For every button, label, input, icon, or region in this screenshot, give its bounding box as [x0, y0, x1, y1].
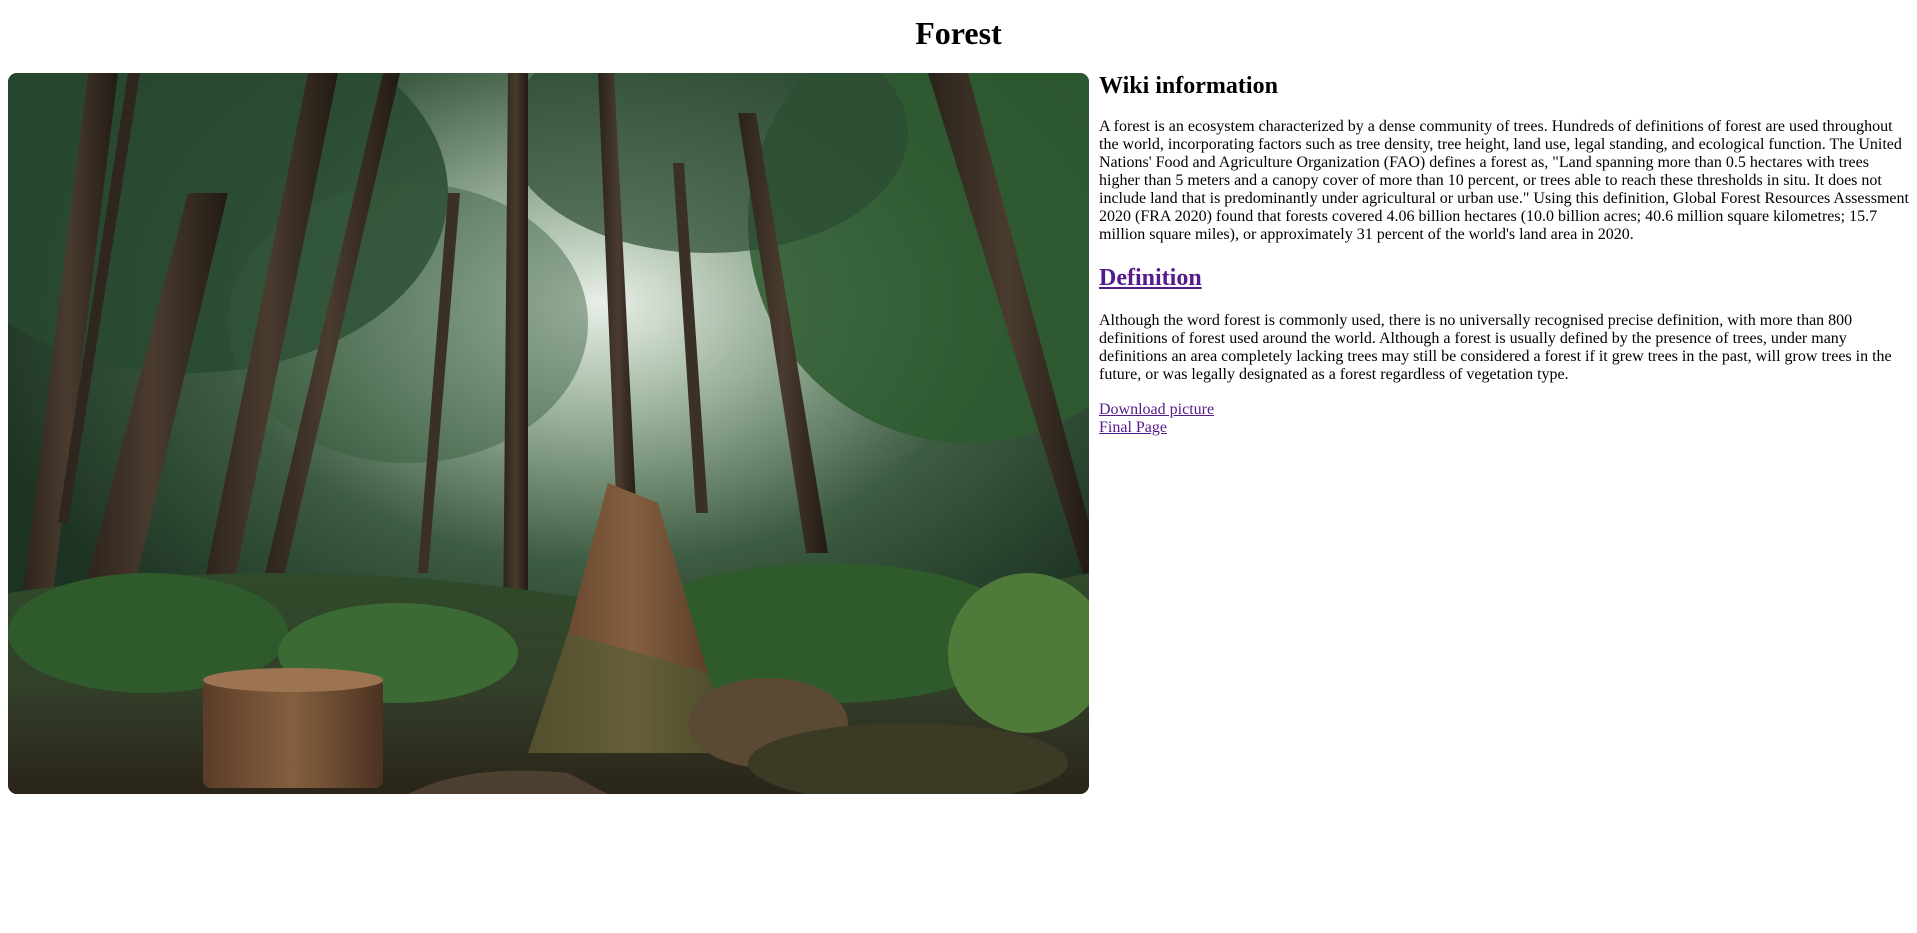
definition-link[interactable]: Definition — [1099, 265, 1202, 291]
final-page-link[interactable]: Final Page — [1099, 419, 1911, 437]
definition-paragraph: Although the word forest is commonly use… — [1099, 312, 1892, 383]
intro-paragraph: A forest is an ecosystem characterized b… — [1099, 118, 1909, 243]
definition-heading: Definition — [1099, 264, 1911, 292]
page-links: Download picture Final Page — [1099, 401, 1911, 437]
download-picture-link[interactable]: Download picture — [1099, 401, 1911, 419]
page-title: Forest — [915, 15, 1002, 51]
forest-photo — [8, 73, 1089, 794]
wiki-info-heading: Wiki information — [1099, 73, 1278, 99]
forest-illustration — [8, 73, 1089, 794]
wiki-info-panel: Wiki information A forest is an ecosyste… — [1099, 72, 1911, 437]
